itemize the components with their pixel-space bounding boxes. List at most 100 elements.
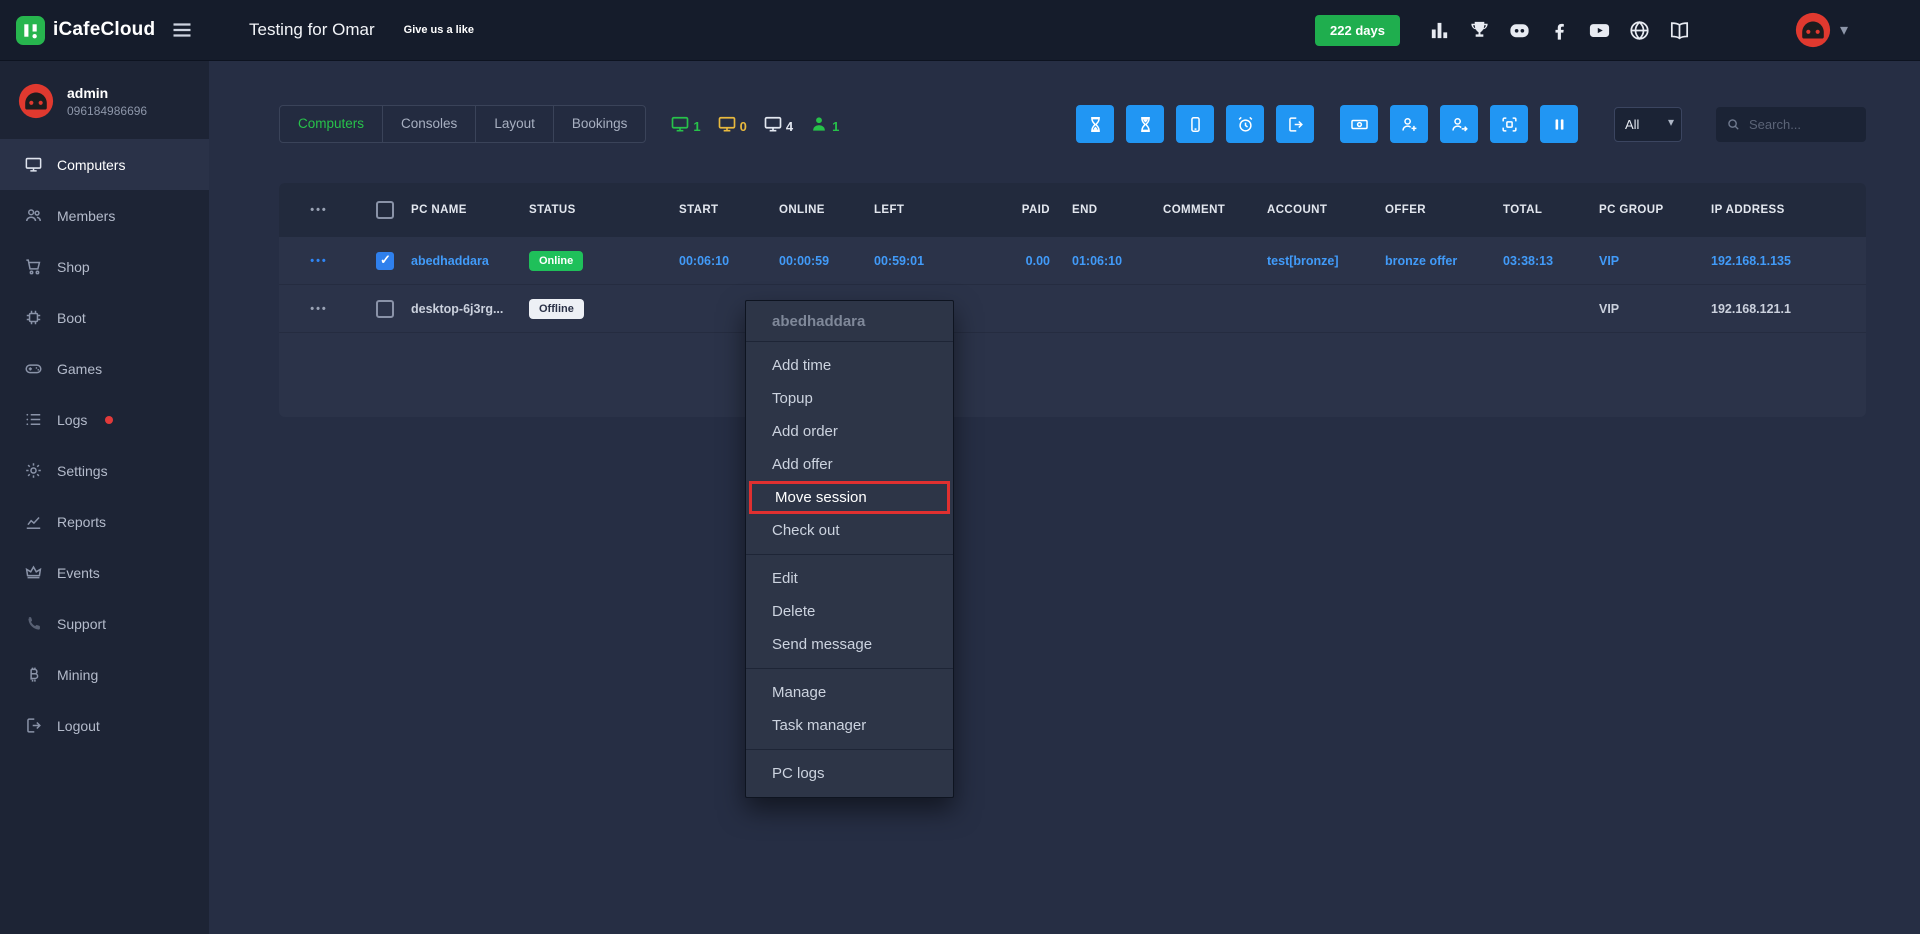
monitor-icon bbox=[763, 114, 783, 134]
menu-item-manage[interactable]: Manage bbox=[746, 676, 953, 709]
counter-value: 4 bbox=[786, 119, 793, 134]
counter-members-online: 1 bbox=[809, 114, 839, 134]
menu-item-move-session[interactable]: Move session bbox=[749, 481, 950, 514]
total-cell: 03:38:13 bbox=[1503, 254, 1599, 268]
profile-menu[interactable]: ▾ bbox=[1795, 12, 1848, 48]
select-all-checkbox[interactable] bbox=[376, 201, 394, 219]
menu-item-pc-logs[interactable]: PC logs bbox=[746, 757, 953, 790]
add-guest-button[interactable] bbox=[1440, 105, 1478, 143]
menu-item-add-order[interactable]: Add order bbox=[746, 415, 953, 448]
menu-item-topup[interactable]: Topup bbox=[746, 382, 953, 415]
search-input[interactable] bbox=[1749, 117, 1856, 132]
sidebar-item-logs[interactable]: Logs bbox=[0, 394, 209, 445]
menu-item-delete[interactable]: Delete bbox=[746, 595, 953, 628]
sidebar-item-label: Members bbox=[57, 208, 115, 224]
sidebar: admin 096184986696 Computers Members Sho… bbox=[0, 61, 209, 934]
col-pc-name: PC NAME bbox=[411, 204, 529, 216]
sidebar-item-support[interactable]: Support bbox=[0, 598, 209, 649]
counter-value: 1 bbox=[832, 119, 839, 134]
column-settings-button[interactable]: ••• bbox=[279, 204, 359, 216]
counter-pcs-in-use: 1 bbox=[670, 114, 700, 134]
tab-bookings[interactable]: Bookings bbox=[553, 105, 647, 143]
end-cell: 01:06:10 bbox=[1054, 254, 1149, 268]
sidebar-item-boot[interactable]: Boot bbox=[0, 292, 209, 343]
sidebar-item-label: Games bbox=[57, 361, 102, 377]
sign-out-icon bbox=[1286, 115, 1305, 134]
col-total: TOTAL bbox=[1503, 204, 1599, 216]
sidebar-user-phone: 096184986696 bbox=[67, 104, 147, 118]
menu-item-check-out[interactable]: Check out bbox=[746, 514, 953, 547]
facebook-icon[interactable] bbox=[1548, 19, 1571, 42]
menu-item-edit[interactable]: Edit bbox=[746, 562, 953, 595]
col-offer: OFFER bbox=[1385, 204, 1503, 216]
cart-icon bbox=[24, 257, 43, 276]
table-row[interactable]: ••• desktop-6j3rg... Offline VIP 192.168… bbox=[279, 285, 1866, 333]
hourglass-button[interactable] bbox=[1076, 105, 1114, 143]
menu-item-task-manager[interactable]: Task manager bbox=[746, 709, 953, 742]
pc-group-cell: VIP bbox=[1599, 254, 1711, 268]
context-menu-title: abedhaddara bbox=[746, 301, 953, 342]
counter-value: 1 bbox=[693, 119, 700, 134]
counter-value: 0 bbox=[740, 119, 747, 134]
tab-consoles[interactable]: Consoles bbox=[382, 105, 476, 143]
sidebar-item-members[interactable]: Members bbox=[0, 190, 209, 241]
row-actions-button[interactable]: ••• bbox=[279, 303, 359, 315]
cash-button[interactable] bbox=[1340, 105, 1378, 143]
subscription-days-button[interactable]: 222 days bbox=[1315, 15, 1400, 46]
pc-name-link[interactable]: abedhaddara bbox=[411, 254, 529, 268]
trophy-icon[interactable] bbox=[1468, 19, 1491, 42]
sidebar-item-reports[interactable]: Reports bbox=[0, 496, 209, 547]
sidebar-item-settings[interactable]: Settings bbox=[0, 445, 209, 496]
add-member-button[interactable] bbox=[1390, 105, 1428, 143]
status-badge: Online bbox=[529, 251, 583, 271]
menu-item-send-message[interactable]: Send message bbox=[746, 628, 953, 661]
list-icon bbox=[24, 410, 43, 429]
youtube-icon[interactable] bbox=[1588, 19, 1611, 42]
header-right: 222 days ▾ bbox=[1315, 12, 1920, 48]
status-filter-select[interactable]: All bbox=[1614, 107, 1682, 142]
sidebar-item-label: Reports bbox=[57, 514, 106, 530]
hourglass-end-button[interactable] bbox=[1126, 105, 1164, 143]
sidebar-item-label: Mining bbox=[57, 667, 98, 683]
sidebar-item-events[interactable]: Events bbox=[0, 547, 209, 598]
tab-layout[interactable]: Layout bbox=[475, 105, 554, 143]
book-icon[interactable] bbox=[1668, 19, 1691, 42]
globe-icon[interactable] bbox=[1628, 19, 1651, 42]
sidebar-item-games[interactable]: Games bbox=[0, 343, 209, 394]
toolbar-group-members bbox=[1340, 105, 1578, 143]
pause-button[interactable] bbox=[1540, 105, 1578, 143]
scan-button[interactable] bbox=[1490, 105, 1528, 143]
status-filter-wrap: All bbox=[1614, 107, 1682, 142]
sidebar-item-logout[interactable]: Logout bbox=[0, 700, 209, 751]
row-actions-button[interactable]: ••• bbox=[279, 255, 359, 267]
col-pc-group: PC GROUP bbox=[1599, 204, 1711, 216]
sidebar-item-shop[interactable]: Shop bbox=[0, 241, 209, 292]
tab-computers[interactable]: Computers bbox=[279, 105, 383, 143]
discord-icon[interactable] bbox=[1508, 19, 1531, 42]
pc-counters: 1 0 4 1 bbox=[670, 114, 839, 134]
mobile-button[interactable] bbox=[1176, 105, 1214, 143]
sidebar-user-block: admin 096184986696 bbox=[0, 61, 209, 139]
sidebar-item-label: Logs bbox=[57, 412, 87, 428]
hamburger-menu-button[interactable] bbox=[169, 17, 195, 43]
give-us-a-like-link[interactable]: Give us a like bbox=[404, 24, 474, 36]
sidebar-item-mining[interactable]: Mining bbox=[0, 649, 209, 700]
qr-scan-icon bbox=[1500, 115, 1519, 134]
mobile-icon bbox=[1186, 115, 1205, 134]
logo-area: iCafeCloud bbox=[0, 16, 209, 45]
menu-item-add-offer[interactable]: Add offer bbox=[746, 448, 953, 481]
row-checkbox[interactable] bbox=[376, 300, 394, 318]
chevron-down-icon: ▾ bbox=[1840, 20, 1848, 40]
row-checkbox[interactable] bbox=[376, 252, 394, 270]
table-header-row: ••• PC NAME STATUS START ONLINE LEFT PAI… bbox=[279, 183, 1866, 237]
pc-name-link[interactable]: desktop-6j3rg... bbox=[411, 302, 529, 316]
sidebar-item-computers[interactable]: Computers bbox=[0, 139, 209, 190]
checkout-button[interactable] bbox=[1276, 105, 1314, 143]
stats-icon[interactable] bbox=[1428, 19, 1451, 42]
paid-cell: 0.00 bbox=[994, 254, 1054, 268]
alarm-button[interactable] bbox=[1226, 105, 1264, 143]
chart-icon bbox=[24, 512, 43, 531]
pc-group-cell: VIP bbox=[1599, 302, 1711, 316]
menu-item-add-time[interactable]: Add time bbox=[746, 349, 953, 382]
table-row[interactable]: ••• abedhaddara Online 00:06:10 00:00:59… bbox=[279, 237, 1866, 285]
